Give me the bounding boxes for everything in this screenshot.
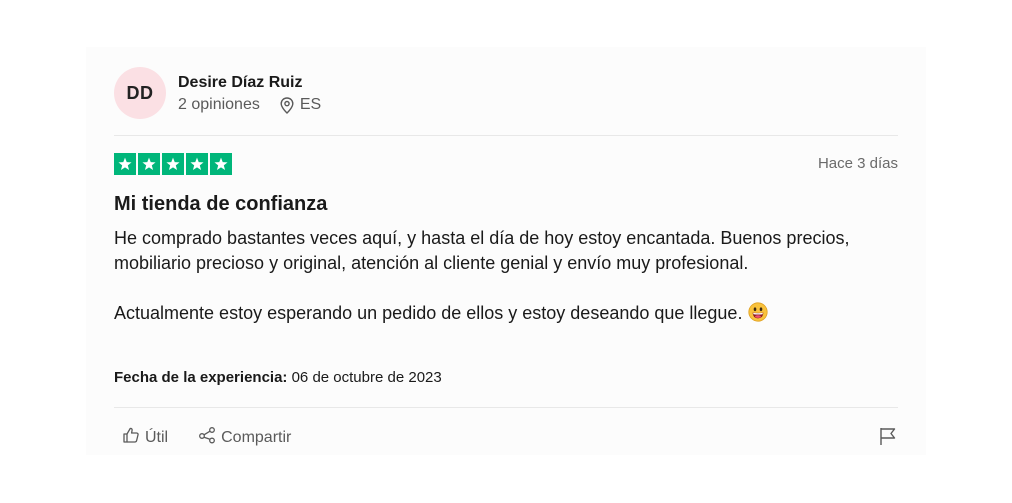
reviewer-name[interactable]: Desire Díaz Ruiz (178, 72, 321, 94)
reviewer-country: ES (299, 96, 322, 113)
grinning-face-emoji-icon (748, 302, 769, 329)
flag-icon (878, 428, 898, 450)
star-icon (114, 153, 136, 175)
share-button[interactable]: Compartir (198, 426, 291, 449)
reviewer-info: Desire Díaz Ruiz 2 opiniones ES (178, 72, 321, 114)
star-icon (162, 153, 184, 175)
star-icon (186, 153, 208, 175)
review-paragraph-2: Actualmente estoy esperando un pedido de… (114, 301, 884, 329)
header-divider (114, 135, 898, 136)
useful-label: Útil (145, 428, 169, 446)
review-date: Hace 3 días (817, 155, 898, 172)
reviewer-meta: 2 opiniones ES (178, 96, 321, 114)
footer-divider (114, 407, 898, 408)
star-rating (114, 153, 232, 175)
review-paragraph-1: He comprado bastantes veces aquí, y hast… (114, 228, 850, 273)
review-title[interactable]: Mi tienda de confianza (114, 193, 327, 216)
star-icon (138, 153, 160, 175)
useful-button[interactable]: Útil (122, 426, 168, 449)
report-button[interactable] (878, 426, 898, 451)
reviews-count: 2 opiniones (178, 96, 260, 113)
location-pin-icon (280, 96, 294, 114)
review-card: DD Desire Díaz Ruiz 2 opiniones ES Hace … (86, 47, 926, 455)
experience-value: 06 de octubre de 2023 (291, 369, 442, 386)
share-label: Compartir (221, 428, 292, 446)
avatar[interactable]: DD (114, 67, 166, 119)
share-icon (198, 426, 221, 449)
review-body: He comprado bastantes veces aquí, y hast… (114, 226, 884, 329)
star-icon (210, 153, 232, 175)
reviewer-header: DD Desire Díaz Ruiz 2 opiniones ES (114, 67, 321, 119)
thumbs-up-icon (122, 426, 145, 449)
review-paragraph-2-text: Actualmente estoy esperando un pedido de… (114, 303, 743, 323)
experience-label: Fecha de la experiencia: (114, 369, 288, 386)
experience-date: Fecha de la experiencia: 06 de octubre d… (114, 369, 442, 386)
review-actions: Útil Compartir (122, 426, 291, 449)
